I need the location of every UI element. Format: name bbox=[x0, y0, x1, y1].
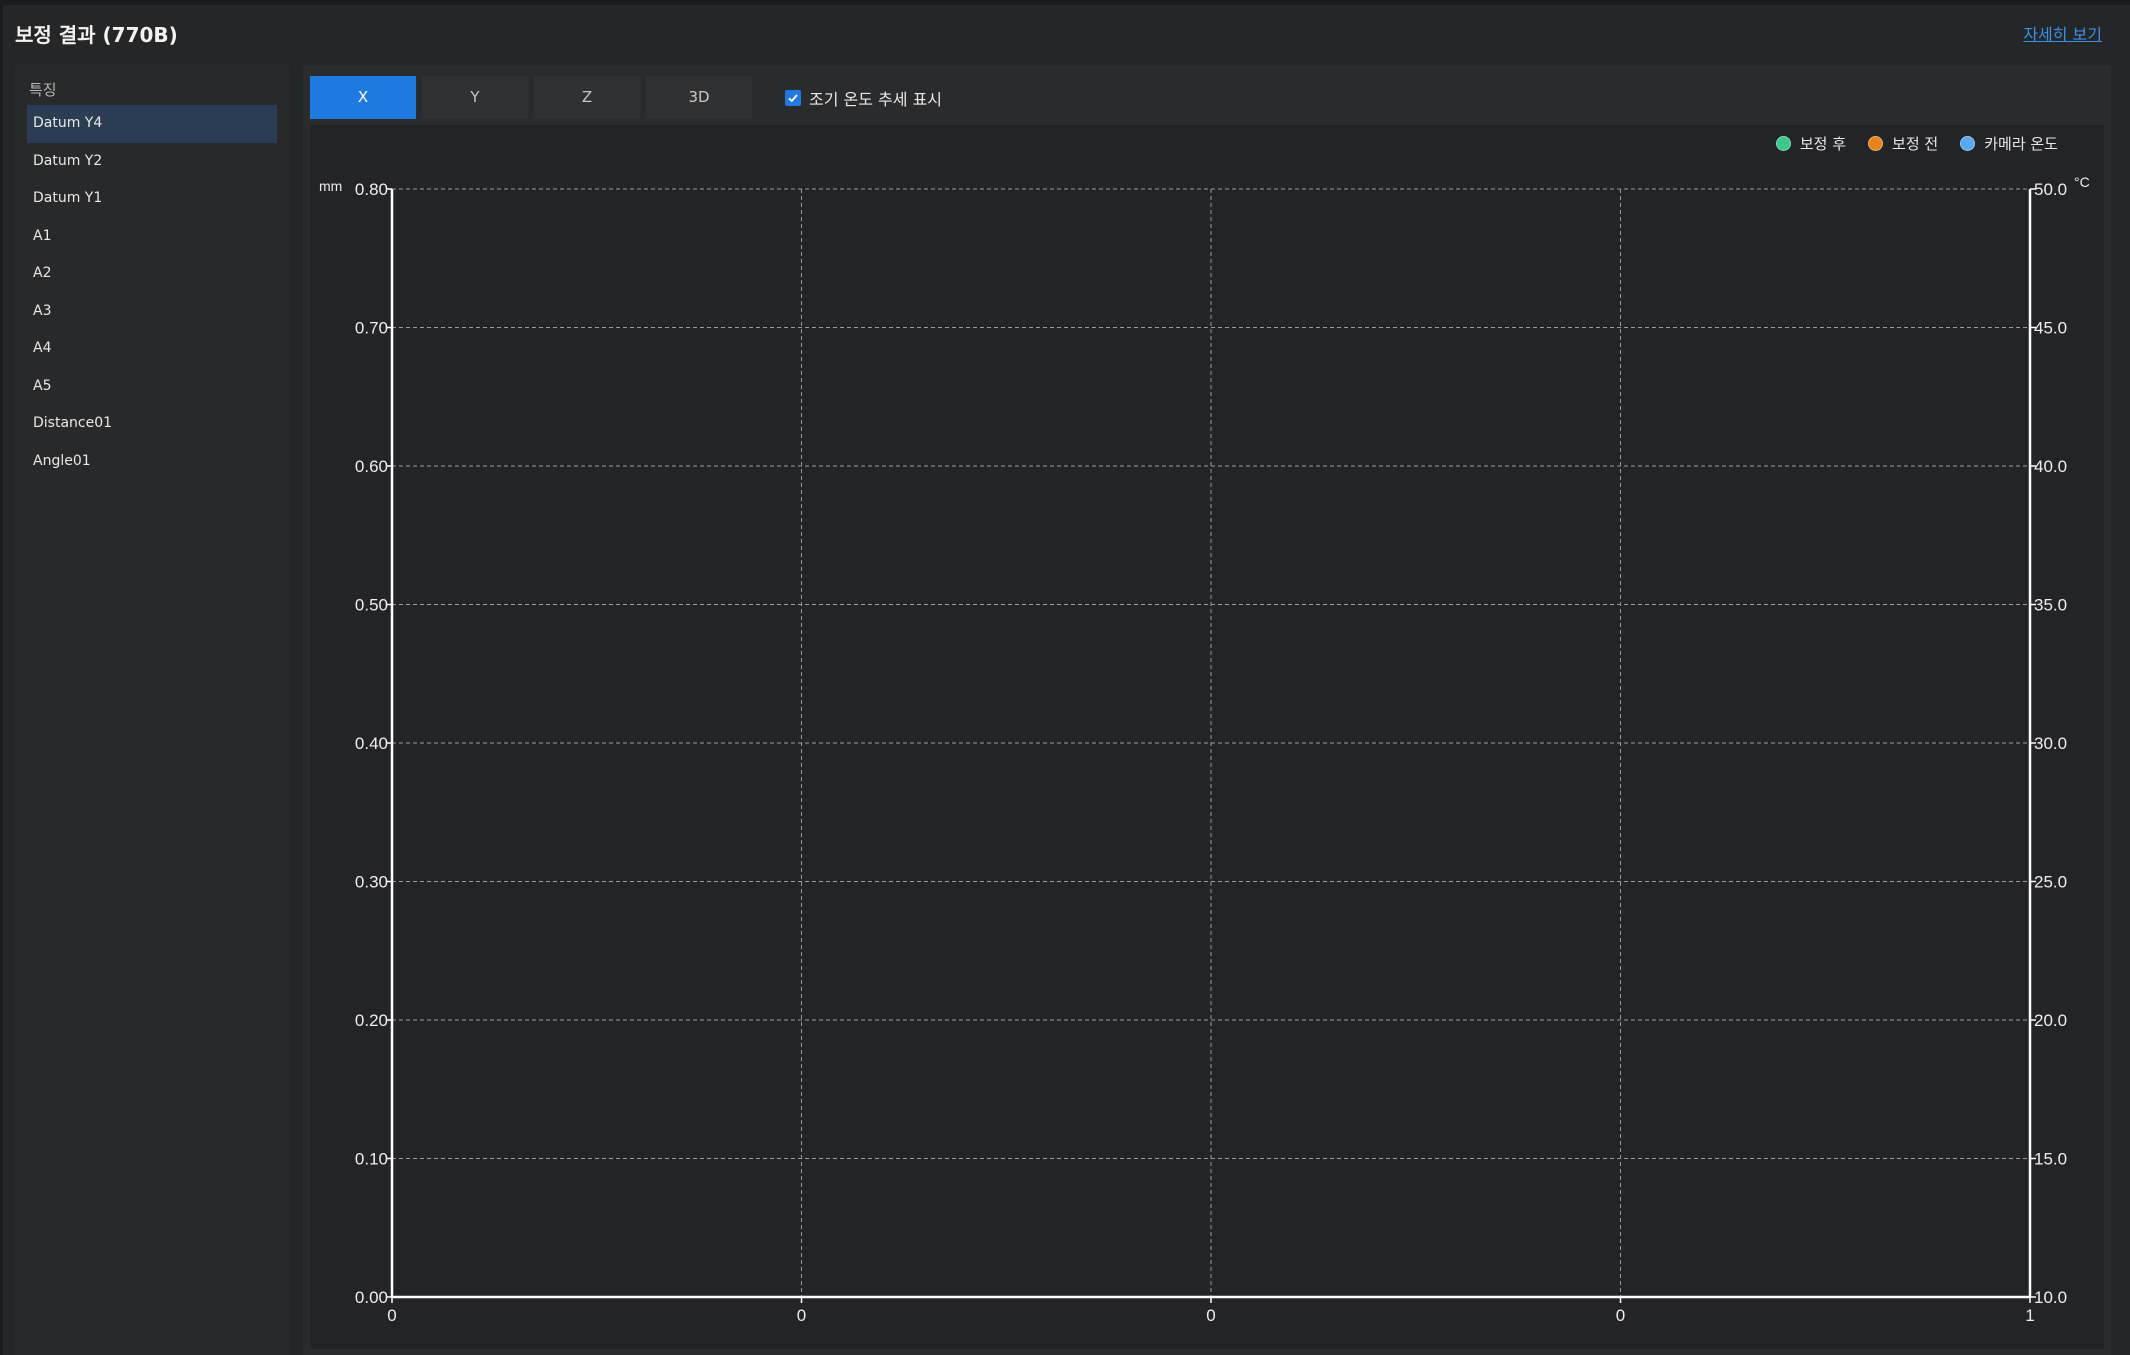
sidebar-item-datum-y1[interactable]: Datum Y1 bbox=[27, 180, 277, 218]
y-tick-label: 0.20 bbox=[355, 1011, 388, 1030]
y-tick-label: 0.10 bbox=[355, 1150, 388, 1169]
y2-axis-unit: °C bbox=[2074, 174, 2090, 190]
y2-tick-label: 20.0 bbox=[2034, 1011, 2067, 1030]
x-tick-label: 0 bbox=[387, 1306, 396, 1325]
x-tick-label: 0 bbox=[797, 1306, 806, 1325]
sidebar-item-a5[interactable]: A5 bbox=[27, 368, 277, 406]
feature-sidebar: 특징 Datum Y4 Datum Y2 Datum Y1 A1 A2 A3 A… bbox=[15, 65, 289, 1355]
y2-tick-label: 45.0 bbox=[2034, 319, 2067, 338]
y2-tick-label: 15.0 bbox=[2034, 1150, 2067, 1169]
y-tick-label: 0.40 bbox=[355, 734, 388, 753]
sidebar-item-datum-y2[interactable]: Datum Y2 bbox=[27, 143, 277, 181]
sidebar-item-datum-y4[interactable]: Datum Y4 bbox=[27, 105, 277, 143]
y2-tick-label: 10.0 bbox=[2034, 1288, 2067, 1307]
y-tick-label: 0.70 bbox=[355, 319, 388, 338]
checkbox-label: 조기 온도 추세 표시 bbox=[809, 90, 943, 109]
x-tick-label: 0 bbox=[1616, 1306, 1625, 1325]
y-axis-unit: mm bbox=[319, 178, 342, 194]
y-tick-label: 0.50 bbox=[355, 596, 388, 615]
y-tick-label: 0.80 bbox=[355, 180, 388, 199]
y2-tick-label: 40.0 bbox=[2034, 457, 2067, 476]
sidebar-heading: 특징 bbox=[29, 81, 57, 99]
app-window: 보정 결과 (770B) 자세히 보기 특징 Datum Y4 Datum Y2… bbox=[3, 5, 2130, 1355]
sidebar-item-angle01[interactable]: Angle01 bbox=[27, 443, 277, 481]
chart-panel: 보정 후 보정 전 카메라 온도 0.00 10.0 0.10 15.0 0.20 20.… bbox=[310, 125, 2104, 1349]
tab-3d[interactable]: 3D bbox=[646, 76, 752, 119]
chart-plot: 0.00 10.0 0.10 15.0 0.20 20.0 0.30 25.0 0.40 30.0… bbox=[319, 174, 2090, 1325]
x-tick-label: 0 bbox=[1206, 1306, 1215, 1325]
main-panel: X Y Z 3D 조기 온도 추세 표시 보정 후 보정 전 카메라 온도 0.… bbox=[303, 65, 2111, 1355]
y-tick-label: 0.30 bbox=[355, 873, 388, 892]
early-temperature-trend-toggle[interactable]: 조기 온도 추세 표시 bbox=[785, 86, 942, 110]
tab-y[interactable]: Y bbox=[422, 76, 528, 119]
y-tick-label: 0.60 bbox=[355, 457, 388, 476]
y-tick-label: 0.00 bbox=[355, 1288, 388, 1307]
view-details-link[interactable]: 자세히 보기 bbox=[2023, 21, 2102, 45]
x-tick-label: 1 bbox=[2025, 1306, 2034, 1325]
y2-tick-label: 30.0 bbox=[2034, 734, 2067, 753]
sidebar-item-a2[interactable]: A2 bbox=[27, 255, 277, 293]
feature-list: Datum Y4 Datum Y2 Datum Y1 A1 A2 A3 A4 A… bbox=[27, 105, 277, 480]
y2-tick-label: 25.0 bbox=[2034, 873, 2067, 892]
sidebar-item-a1[interactable]: A1 bbox=[27, 218, 277, 256]
check-icon bbox=[788, 94, 798, 103]
sidebar-item-a4[interactable]: A4 bbox=[27, 330, 277, 368]
sidebar-item-a3[interactable]: A3 bbox=[27, 293, 277, 331]
checkbox[interactable] bbox=[785, 90, 801, 106]
y2-tick-label: 50.0 bbox=[2034, 180, 2067, 199]
y2-tick-label: 35.0 bbox=[2034, 596, 2067, 615]
page-title: 보정 결과 (770B) bbox=[15, 23, 178, 47]
sidebar-item-distance01[interactable]: Distance01 bbox=[27, 405, 277, 443]
tab-z[interactable]: Z bbox=[534, 76, 640, 119]
axis-tabs: X Y Z 3D bbox=[310, 76, 758, 119]
tab-x[interactable]: X bbox=[310, 76, 416, 119]
